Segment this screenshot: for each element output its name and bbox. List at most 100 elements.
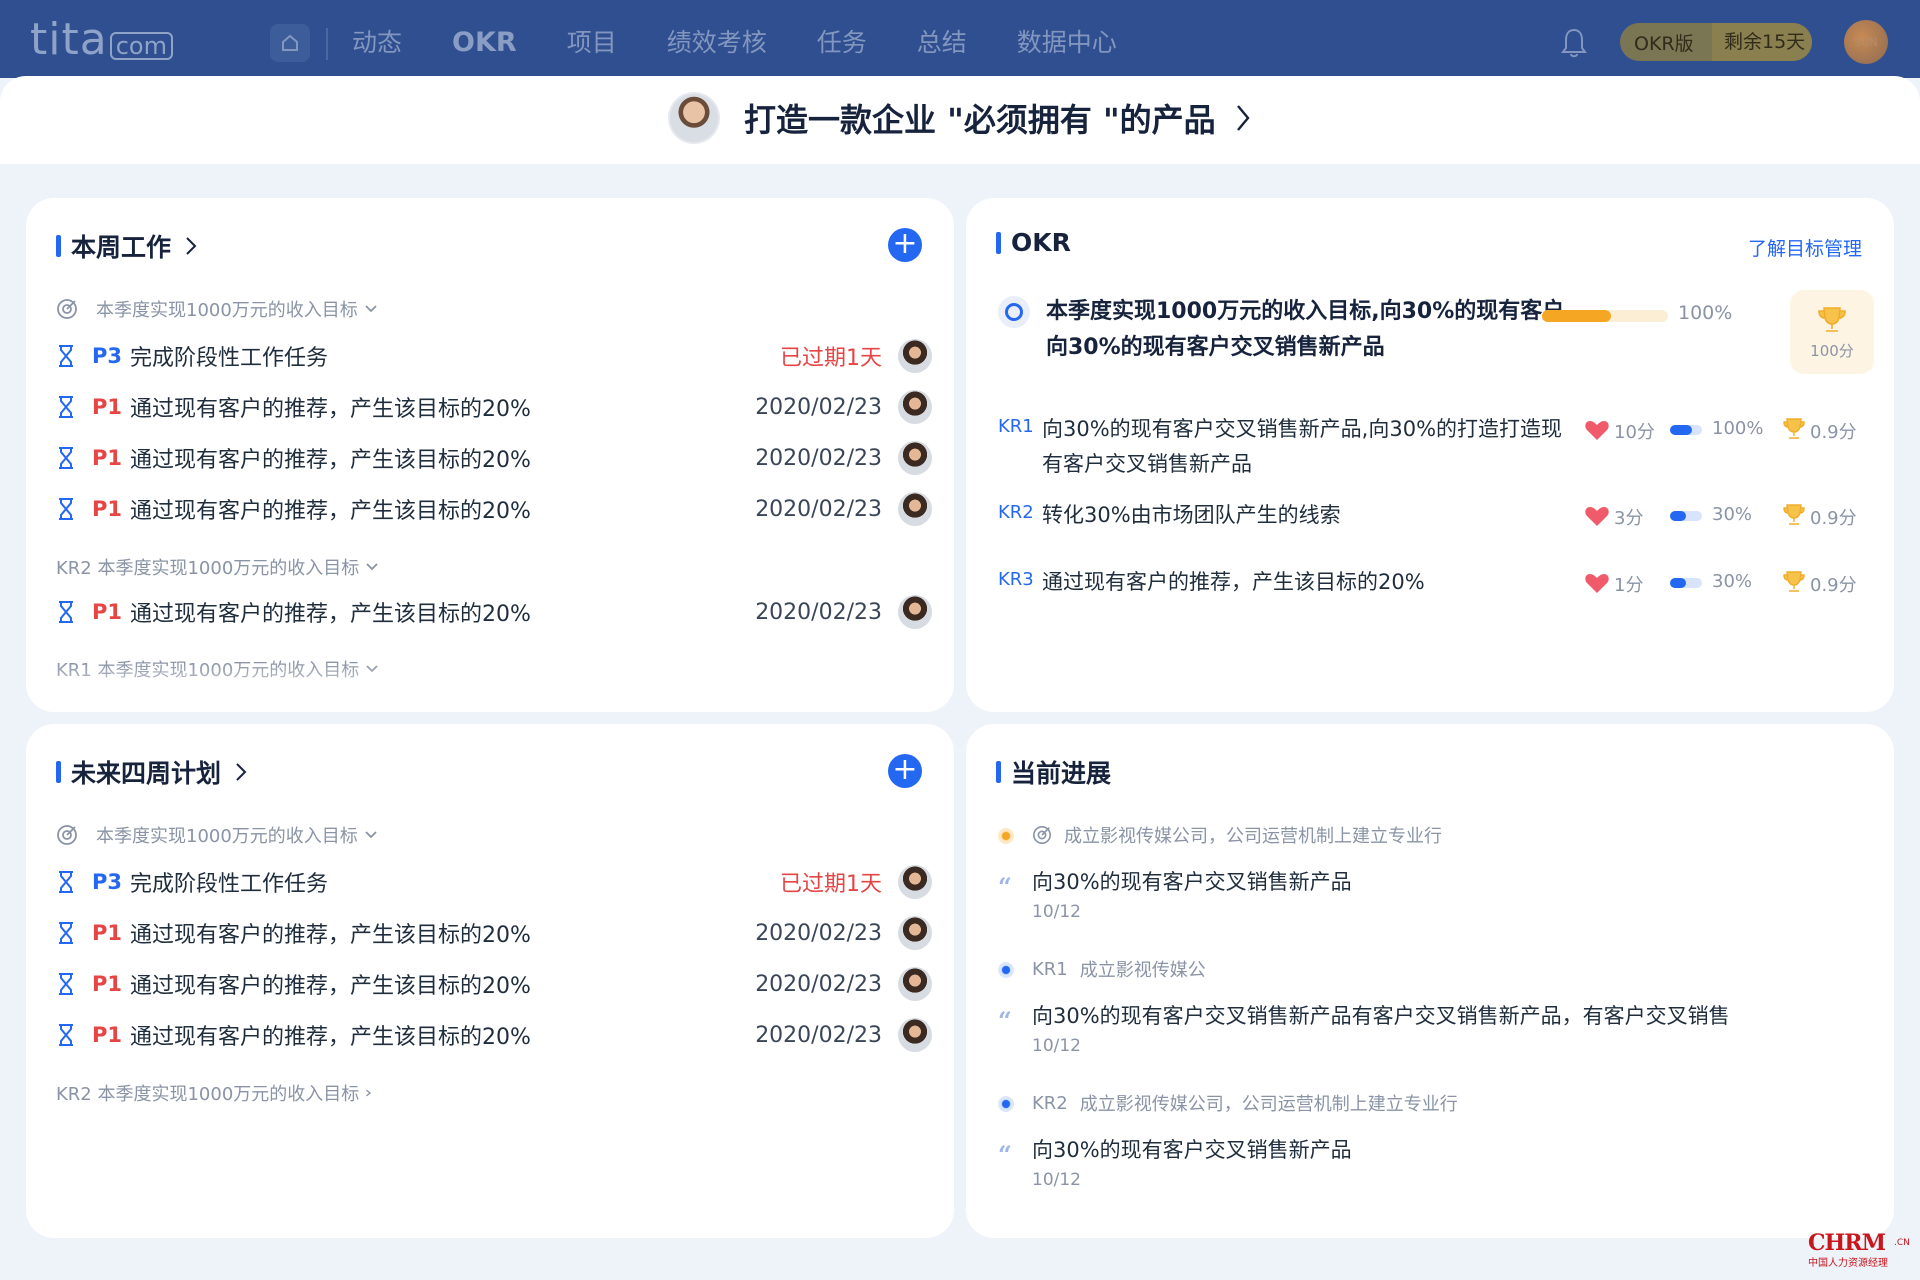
trial-badge[interactable]: OKR版 剩余15天 xyxy=(1620,23,1812,61)
nav-item-projects[interactable]: 项目 xyxy=(567,22,617,64)
owner-avatar[interactable] xyxy=(668,92,720,144)
logo-suffix: com xyxy=(109,32,173,60)
priority-badge: P1 xyxy=(92,446,123,470)
task-text: 通过现有客户的推荐，产生该目标的20% xyxy=(130,1025,531,1050)
assignee-avatar[interactable] xyxy=(898,595,932,629)
progress-entry[interactable]: KR2 成立影视传媒公司，公司运营机制上建立专业行 “ 向30%的现有客户交叉销… xyxy=(998,1090,1868,1190)
task-due-date: 2020/02/23 xyxy=(755,971,882,997)
task-row[interactable]: P1 通过现有客户的推荐，产生该目标的20% 2020/02/23 xyxy=(56,913,932,953)
trial-remaining: 剩余15天 xyxy=(1712,23,1812,61)
task-row[interactable]: P1 通过现有客户的推荐，产生该目标的20% 2020/02/23 xyxy=(56,964,932,1004)
group-header[interactable]: KR2 本季度实现1000万元的收入目标 xyxy=(56,1080,375,1106)
task-row[interactable]: P1 通过现有客户的推荐，产生该目标的20% 2020/02/23 xyxy=(56,387,932,427)
kr-score: 0.9分 xyxy=(1810,575,1857,596)
assignee-avatar[interactable] xyxy=(898,492,932,526)
learn-okr-link[interactable]: 了解目标管理 xyxy=(1748,234,1862,261)
top-navigation-bar: tita com 动态 OKR 项目 绩效考核 任务 总结 数据中心 OKR版 … xyxy=(0,0,1920,78)
progress-entry-date: 10/12 xyxy=(1032,1170,1081,1190)
trophy-icon xyxy=(1783,418,1805,439)
home-button[interactable] xyxy=(270,24,310,62)
group-header[interactable]: 本季度实现1000万元的收入目标 xyxy=(56,822,378,848)
user-initials: SUN xyxy=(1854,35,1878,49)
kr-confidence: 1分 xyxy=(1614,575,1644,596)
kr-label: KR1 xyxy=(998,416,1034,437)
progress-entry-body: 向30%的现有客户交叉销售新产品有客户交叉销售新产品，有客户交叉销售 xyxy=(1032,1004,1730,1028)
group-header[interactable]: 本季度实现1000万元的收入目标 xyxy=(56,296,378,322)
task-row[interactable]: P3 完成阶段性工作任务 已过期1天 xyxy=(56,336,932,376)
nav-item-okr[interactable]: OKR xyxy=(452,22,517,64)
next-four-weeks-header[interactable]: 未来四周计划 xyxy=(56,754,247,790)
quote-icon: “ xyxy=(998,1006,1012,1035)
heart-icon xyxy=(1585,574,1609,593)
nav-item-performance[interactable]: 绩效考核 xyxy=(667,22,767,64)
assignee-avatar[interactable] xyxy=(898,1018,932,1052)
key-result-row[interactable]: KR1 向30%的现有客户交叉销售新产品,向30%的打造打造现有客户交叉销售新产… xyxy=(998,412,1862,484)
key-result-row[interactable]: KR3 通过现有客户的推荐，产生该目标的20% 1分 30% 0.9分 xyxy=(998,565,1862,605)
task-text: 通过现有客户的推荐，产生该目标的20% xyxy=(130,923,531,948)
progress-entry[interactable]: KR1 成立影视传媒公 “ 向30%的现有客户交叉销售新产品有客户交叉销售新产品… xyxy=(998,956,1868,1056)
priority-badge: P3 xyxy=(92,870,123,894)
home-icon xyxy=(282,34,298,51)
tita-logo[interactable]: tita com xyxy=(30,14,173,65)
next-four-weeks-card: 未来四周计划 + 本季度实现1000万元的收入目标 P3 完成阶段性工作任务 已… xyxy=(26,724,954,1238)
chevron-right-icon xyxy=(236,763,247,781)
user-avatar[interactable]: SUN xyxy=(1844,20,1888,64)
priority-badge: P1 xyxy=(92,600,123,624)
assignee-avatar[interactable] xyxy=(898,390,932,424)
add-task-button[interactable]: + xyxy=(888,228,922,262)
kr-score: 0.9分 xyxy=(1810,508,1857,529)
progress-entry-header: 成立影视传媒公司，公司运营机制上建立专业行 xyxy=(1032,822,1442,848)
task-row[interactable]: P3 完成阶段性工作任务 已过期1天 xyxy=(56,862,932,902)
task-text: 通过现有客户的推荐，产生该目标的20% xyxy=(130,974,531,999)
objective-progress-bar xyxy=(1542,310,1668,322)
objective-header-content[interactable]: 打造一款企业 "必须拥有 "的产品 xyxy=(668,92,1252,144)
task-row[interactable]: P1 通过现有客户的推荐，产生该目标的20% 2020/02/23 xyxy=(56,592,932,632)
task-text: 通过现有客户的推荐，产生该目标的20% xyxy=(130,499,531,524)
assignee-avatar[interactable] xyxy=(898,339,932,373)
task-row[interactable]: P1 通过现有客户的推荐，产生该目标的20% 2020/02/23 xyxy=(56,438,932,478)
nav-item-summary[interactable]: 总结 xyxy=(917,22,967,64)
this-week-header[interactable]: 本周工作 xyxy=(56,228,197,264)
priority-badge: P1 xyxy=(92,972,123,996)
kr-score: 0.9分 xyxy=(1810,422,1857,443)
task-due-date: 2020/02/23 xyxy=(755,445,882,471)
assignee-avatar[interactable] xyxy=(898,865,932,899)
objective-score-box[interactable]: 100分 xyxy=(1790,290,1874,374)
progress-entry-header: KR2 成立影视传媒公司，公司运营机制上建立专业行 xyxy=(1032,1090,1458,1116)
hourglass-icon xyxy=(59,345,73,367)
bell-icon[interactable] xyxy=(1558,26,1590,60)
quote-icon: “ xyxy=(998,872,1012,901)
group-label: KR2 本季度实现1000万元的收入目标 xyxy=(56,558,360,579)
priority-badge: P1 xyxy=(92,497,123,521)
nav-item-dynamics[interactable]: 动态 xyxy=(352,22,402,64)
progress-entry-date: 10/12 xyxy=(1032,1036,1081,1056)
hourglass-icon xyxy=(59,1024,73,1046)
priority-badge: P1 xyxy=(92,395,123,419)
chevron-right-icon xyxy=(366,1089,372,1097)
group-header[interactable]: KR2 本季度实现1000万元的收入目标 xyxy=(56,554,379,580)
nav-divider xyxy=(326,28,328,60)
assignee-avatar[interactable] xyxy=(898,916,932,950)
nav-item-data-center[interactable]: 数据中心 xyxy=(1017,22,1117,64)
assignee-avatar[interactable] xyxy=(898,967,932,1001)
progress-entry[interactable]: 成立影视传媒公司，公司运营机制上建立专业行 “ 向30%的现有客户交叉销售新产品… xyxy=(998,822,1868,922)
assignee-avatar[interactable] xyxy=(898,441,932,475)
progress-entry-body: 向30%的现有客户交叉销售新产品 xyxy=(1032,1138,1352,1162)
kr-text: 转化30%由市场团队产生的线索 xyxy=(1042,503,1341,527)
timeline-dot xyxy=(998,962,1014,978)
task-due-date: 2020/02/23 xyxy=(755,496,882,522)
objective-header: 打造一款企业 "必须拥有 "的产品 xyxy=(0,76,1920,164)
objective-row[interactable]: 本季度实现1000万元的收入目标,向30%的现有客户向30%的现有客户交叉销售新… xyxy=(998,290,1874,374)
key-result-row[interactable]: KR2 转化30%由市场团队产生的线索 3分 30% 0.9分 xyxy=(998,498,1862,538)
task-due-date: 2020/02/23 xyxy=(755,920,882,946)
quote-icon: “ xyxy=(998,1140,1012,1169)
kr-confidence: 10分 xyxy=(1614,422,1655,443)
task-row[interactable]: P1 通过现有客户的推荐，产生该目标的20% 2020/02/23 xyxy=(56,1015,932,1055)
add-plan-button[interactable]: + xyxy=(888,754,922,788)
task-text: 通过现有客户的推荐，产生该目标的20% xyxy=(130,448,531,473)
objective-text: 本季度实现1000万元的收入目标,向30%的现有客户向30%的现有客户交叉销售新… xyxy=(1046,299,1565,360)
task-row[interactable]: P1 通过现有客户的推荐，产生该目标的20% 2020/02/23 xyxy=(56,489,932,529)
nav-item-tasks[interactable]: 任务 xyxy=(817,22,867,64)
task-due-date: 2020/02/23 xyxy=(755,1022,882,1048)
chevron-right-icon[interactable] xyxy=(1234,103,1252,133)
